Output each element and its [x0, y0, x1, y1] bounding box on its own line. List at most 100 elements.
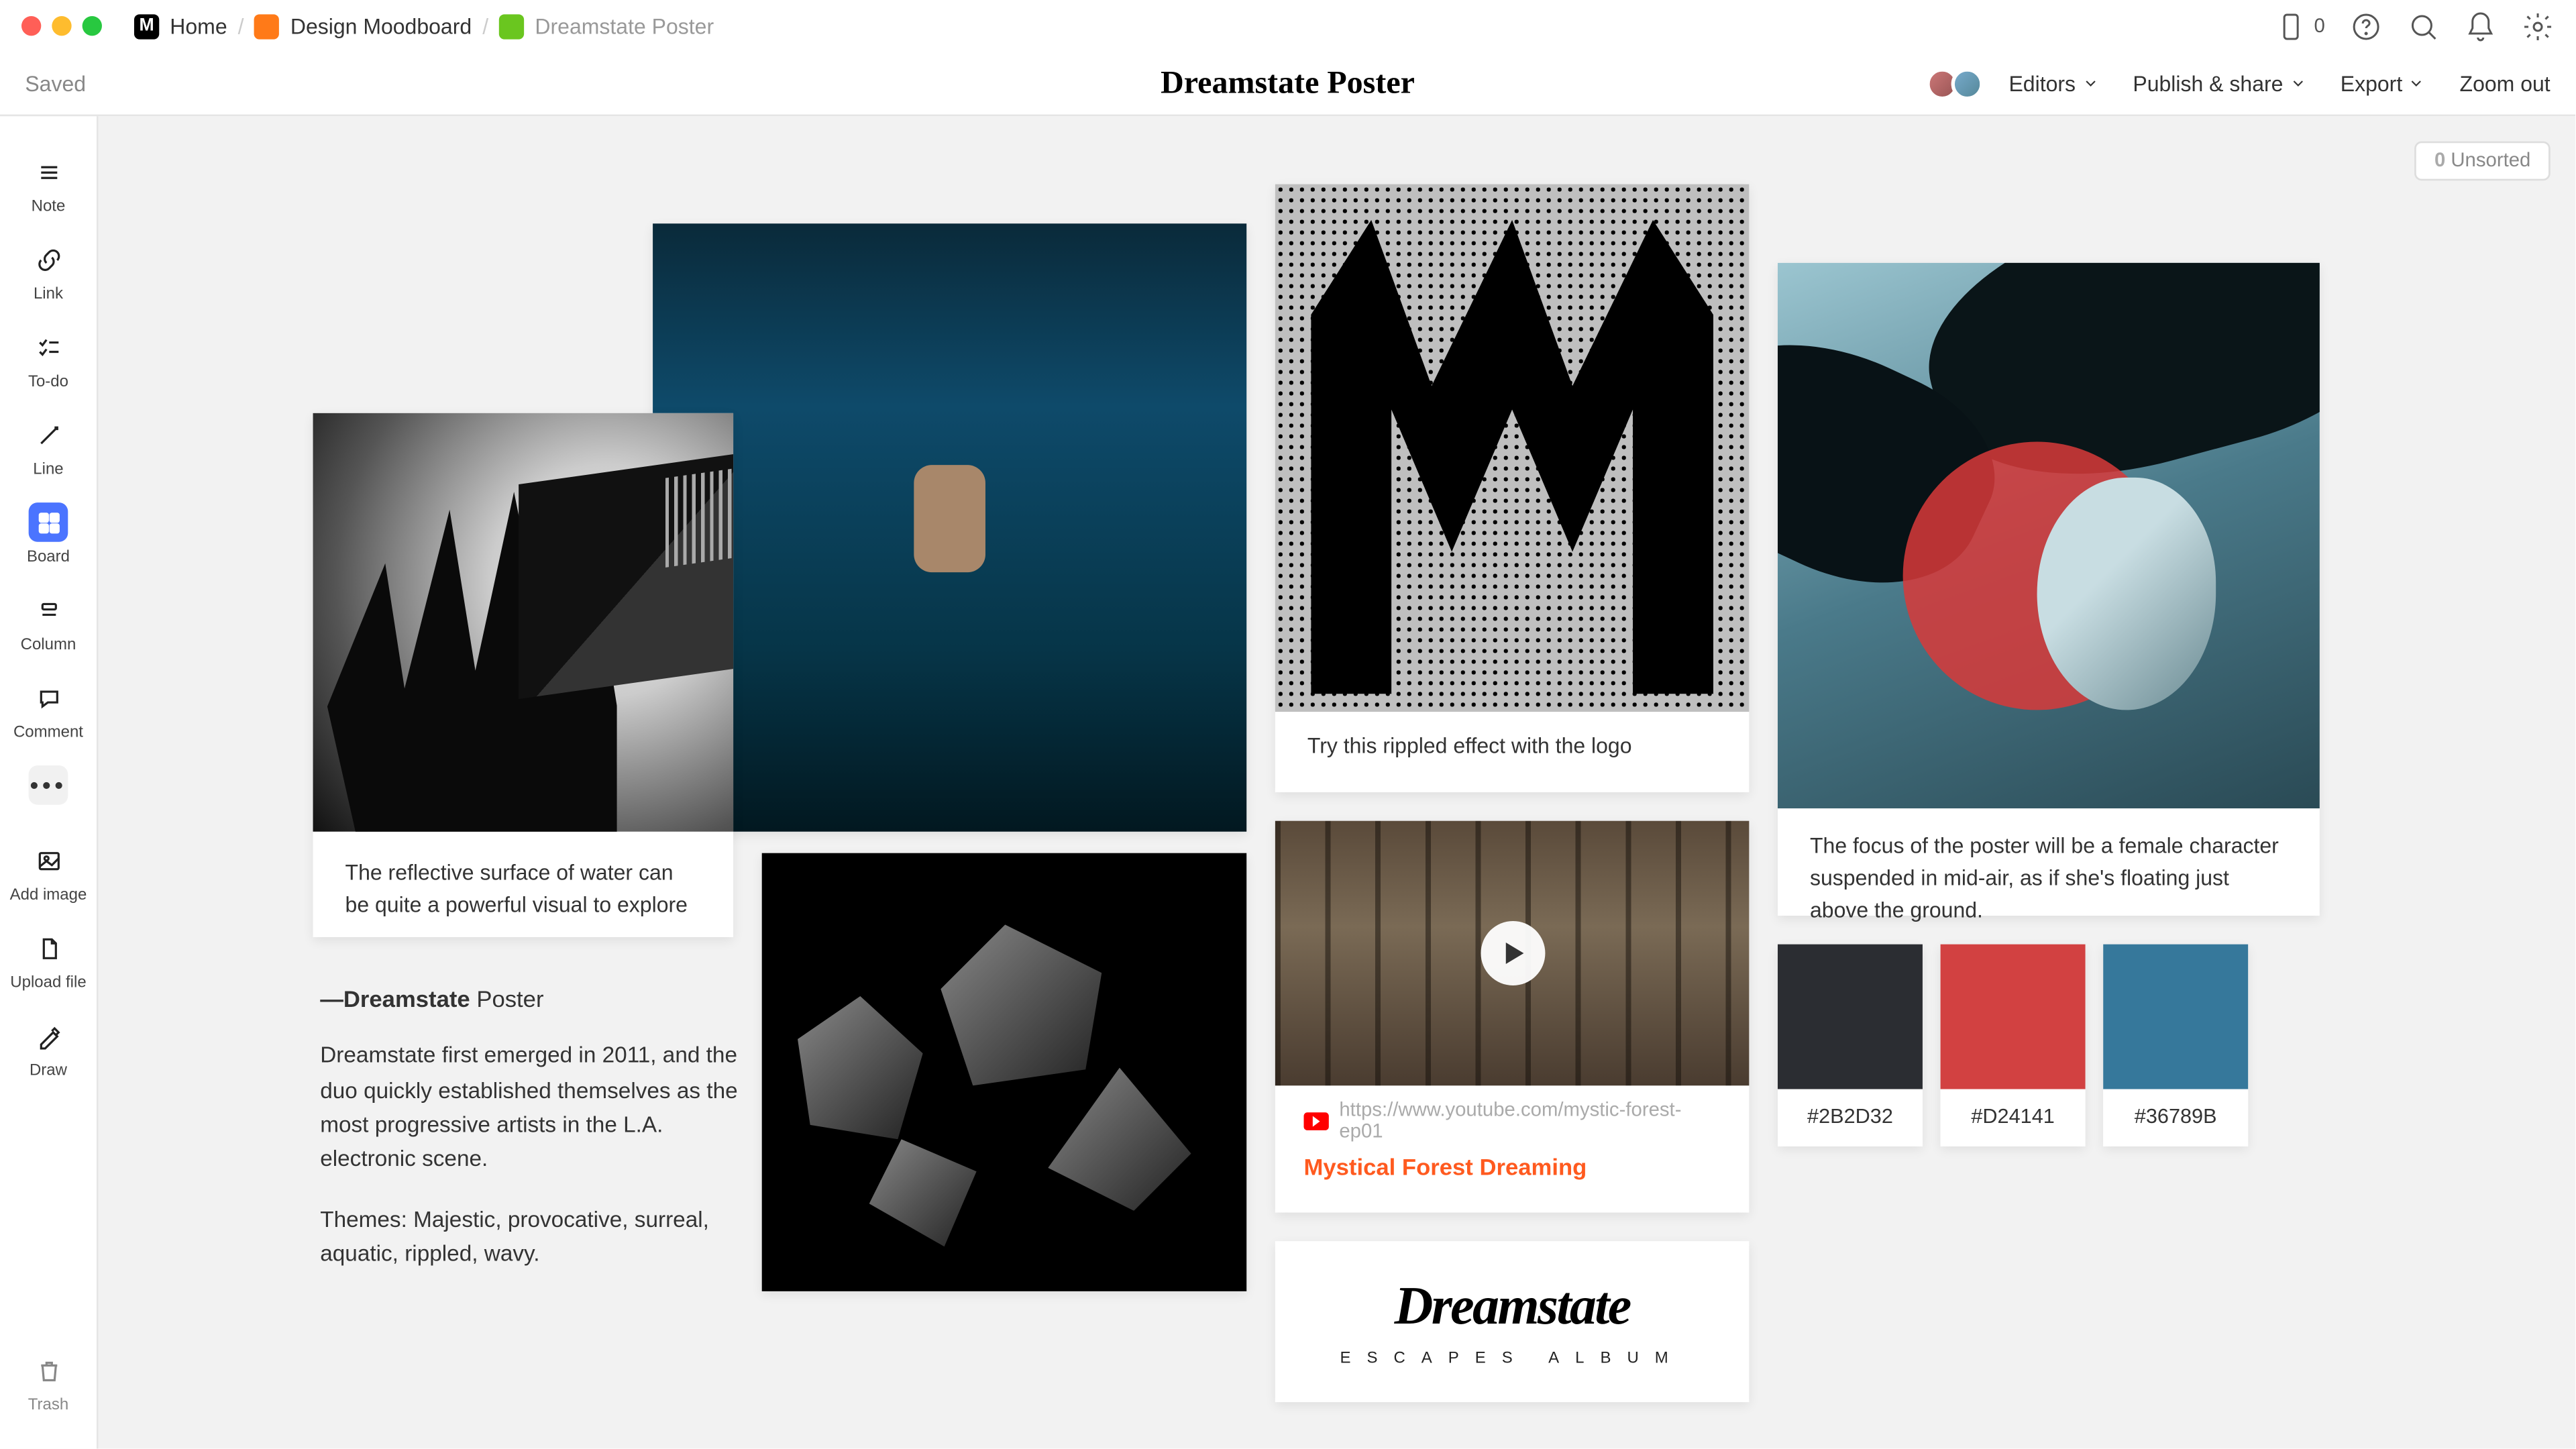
- sidebar-item-note[interactable]: Note: [0, 142, 97, 229]
- header-row: Saved Dreamstate Poster Editors Publish …: [0, 52, 2575, 116]
- sidebar-item-draw[interactable]: Draw: [0, 1005, 97, 1093]
- breadcrumb-separator: /: [238, 13, 244, 38]
- device-icon[interactable]: [2275, 10, 2307, 42]
- sidebar-label: Comment: [13, 722, 83, 741]
- breadcrumb: M Home / Design Moodboard / Dreamstate P…: [134, 13, 714, 38]
- text-paragraph: Dreamstate first emerged in 2011, and th…: [320, 1039, 741, 1178]
- video-thumbnail[interactable]: [1275, 821, 1749, 1086]
- bell-icon[interactable]: [2465, 10, 2497, 42]
- card-caption: Try this rippled effect with the logo: [1275, 712, 1749, 780]
- logo-subtitle: ESCAPES ALBUM: [1340, 1348, 1684, 1366]
- editors-button[interactable]: Editors: [2008, 70, 2097, 95]
- image-card-halftone-m[interactable]: Try this rippled effect with the logo: [1275, 184, 1749, 792]
- crystal-shape: [941, 924, 1102, 1085]
- swatch-color: [2103, 945, 2248, 1089]
- image-card-woman[interactable]: The focus of the poster will be a female…: [1778, 263, 2320, 916]
- publish-button[interactable]: Publish & share: [2133, 70, 2304, 95]
- youtube-icon: [1304, 1112, 1329, 1130]
- sidebar-item-upload-file[interactable]: Upload file: [0, 918, 97, 1006]
- todo-icon: [29, 327, 68, 367]
- color-swatch-dark[interactable]: #2B2D32: [1778, 945, 1923, 1146]
- crystal-shape: [798, 996, 923, 1139]
- swatch-color: [1778, 945, 1923, 1089]
- search-icon[interactable]: [2407, 10, 2439, 42]
- minimize-window-icon[interactable]: [52, 16, 71, 36]
- export-button[interactable]: Export: [2341, 70, 2424, 95]
- sidebar-item-todo[interactable]: To-do: [0, 317, 97, 405]
- board-icon: [29, 502, 68, 542]
- diver-image: [896, 447, 1004, 608]
- chevron-down-icon: [2290, 76, 2304, 90]
- hand-image: [313, 413, 734, 832]
- swatch-label: #36789B: [2103, 1089, 2248, 1146]
- play-icon[interactable]: [1480, 921, 1544, 985]
- sidebar-label: Line: [33, 460, 63, 478]
- window-controls: [21, 16, 102, 36]
- sidebar-more-icon[interactable]: •••: [29, 765, 68, 805]
- comment-icon: [29, 678, 68, 717]
- sidebar-item-link[interactable]: Link: [0, 229, 97, 317]
- video-card[interactable]: https://www.youtube.com/mystic-forest-ep…: [1275, 821, 1749, 1213]
- color-swatch-blue[interactable]: #36789B: [2103, 945, 2248, 1146]
- sidebar-label: Board: [27, 547, 70, 566]
- page-title[interactable]: Dreamstate Poster: [1161, 64, 1415, 102]
- text-paragraph: Themes: Majestic, provocative, surreal, …: [320, 1203, 741, 1272]
- video-url: https://www.youtube.com/mystic-forest-ep…: [1304, 1100, 1721, 1143]
- image-card-underwater[interactable]: [653, 223, 1246, 831]
- save-status: Saved: [25, 70, 86, 95]
- topbar-right: 0: [2275, 10, 2554, 42]
- image-card-hand[interactable]: The reflective surface of water can be q…: [313, 413, 734, 937]
- woman-image: [1778, 263, 2320, 808]
- avatar: [1951, 67, 1984, 99]
- image-icon: [29, 841, 68, 880]
- folder-icon: [255, 13, 280, 38]
- note-icon: [29, 152, 68, 192]
- sidebar-item-comment[interactable]: Comment: [0, 667, 97, 755]
- gear-icon[interactable]: [2522, 10, 2554, 42]
- sidebar-item-column[interactable]: Column: [0, 580, 97, 667]
- card-caption: The focus of the poster will be a female…: [1778, 808, 2320, 948]
- device-count: 0: [2314, 15, 2324, 37]
- sidebar-label: Note: [32, 197, 66, 215]
- crystal-shape: [869, 1139, 977, 1246]
- card-caption: The reflective surface of water can be q…: [313, 832, 734, 947]
- sidebar-item-board[interactable]: Board: [0, 492, 97, 580]
- editor-avatars[interactable]: [1933, 67, 1984, 99]
- crumb-home[interactable]: Home: [170, 13, 227, 38]
- swatch-label: #2B2D32: [1778, 1089, 1923, 1146]
- sidebar-label: Link: [34, 284, 63, 303]
- help-icon[interactable]: [2350, 10, 2382, 42]
- sidebar-label: Column: [21, 635, 76, 653]
- logo-wordmark: Dreamstate: [1395, 1277, 1630, 1338]
- video-title[interactable]: Mystical Forest Dreaming: [1304, 1154, 1721, 1181]
- sidebar-item-trash[interactable]: Trash: [0, 1340, 97, 1428]
- crumb-moodboard[interactable]: Design Moodboard: [290, 13, 472, 38]
- sidebar-item-add-image[interactable]: Add image: [0, 830, 97, 918]
- crystal-shape: [1048, 1068, 1191, 1211]
- sidebar-item-line[interactable]: Line: [0, 405, 97, 492]
- file-icon: [29, 928, 68, 968]
- header-actions: Editors Publish & share Export Zoom out: [1933, 67, 2550, 99]
- color-swatch-red[interactable]: #D24141: [1941, 945, 2086, 1146]
- home-icon[interactable]: M: [134, 13, 159, 38]
- image-card-crystals[interactable]: [762, 853, 1246, 1291]
- trash-icon: [29, 1350, 68, 1390]
- draw-icon: [29, 1016, 68, 1055]
- topbar: M Home / Design Moodboard / Dreamstate P…: [0, 0, 2575, 52]
- topbar-left: M Home / Design Moodboard / Dreamstate P…: [21, 13, 714, 38]
- text-title: —Dreamstate Poster: [320, 982, 741, 1018]
- canvas[interactable]: 0Unsorted The reflective surface of wate…: [99, 116, 2575, 1448]
- maximize-window-icon[interactable]: [83, 16, 102, 36]
- video-body: https://www.youtube.com/mystic-forest-ep…: [1275, 1085, 1749, 1201]
- zoom-out-button[interactable]: Zoom out: [2460, 70, 2551, 95]
- sidebar-label: To-do: [28, 372, 68, 390]
- chevron-down-icon: [2410, 76, 2424, 90]
- sidebar: Note Link To-do Line Board Column Commen…: [0, 116, 99, 1448]
- unsorted-badge[interactable]: 0Unsorted: [2415, 142, 2551, 181]
- logo-card[interactable]: Dreamstate ESCAPES ALBUM: [1275, 1241, 1749, 1402]
- swatch-label: #D24141: [1941, 1089, 2086, 1146]
- board-icon: [499, 13, 524, 38]
- close-window-icon[interactable]: [21, 16, 41, 36]
- breadcrumb-separator: /: [482, 13, 488, 38]
- text-note[interactable]: —Dreamstate Poster Dreamstate first emer…: [320, 982, 741, 1297]
